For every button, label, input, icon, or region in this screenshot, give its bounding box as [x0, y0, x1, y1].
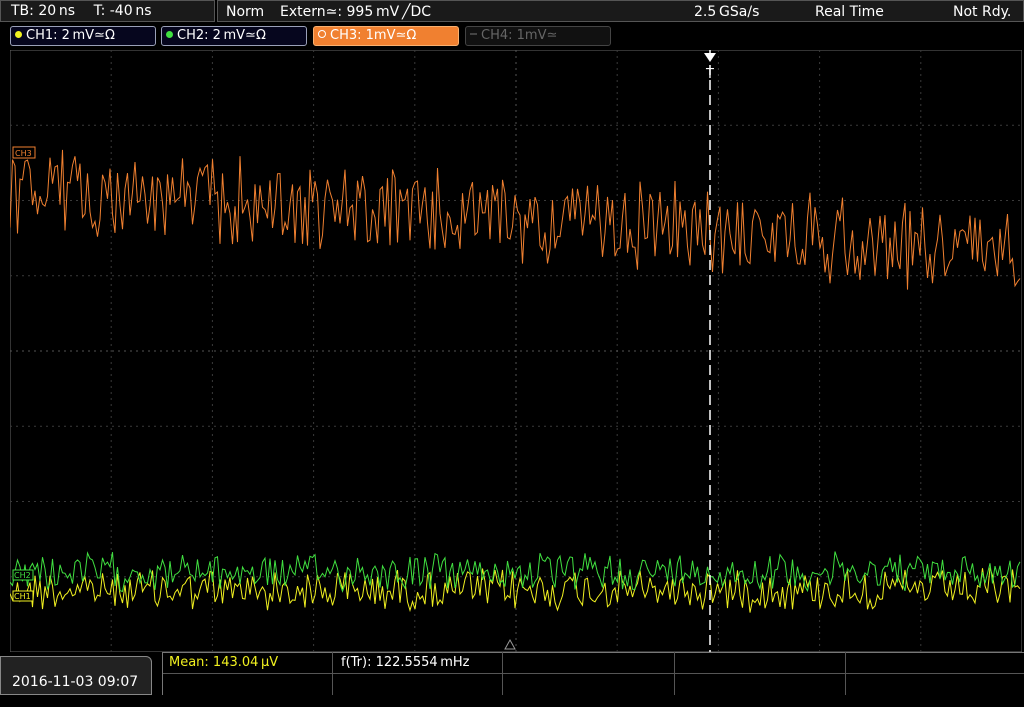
channel-2-button[interactable]: CH2: 2 mV≃Ω — [161, 26, 307, 46]
ch1-marker-label: CH1 — [14, 592, 31, 601]
ch3-marker[interactable]: CH3 — [12, 146, 36, 159]
ch2-marker[interactable]: CH2 — [12, 569, 34, 581]
ch1-marker[interactable]: CH1 — [12, 590, 34, 602]
channel-3-dot-icon — [318, 30, 326, 38]
channel-2-label: CH2: 2 mV≃Ω — [177, 28, 266, 43]
channel-1-button[interactable]: CH1: 2 mV≃Ω — [10, 26, 156, 46]
channel-3-label: CH3: 1mV≃Ω — [330, 28, 417, 43]
channel-2-dot-icon — [166, 31, 173, 38]
channel-3-button[interactable]: CH3: 1mV≃Ω — [313, 26, 459, 46]
ch2-marker-label: CH2 — [14, 571, 31, 580]
acquisition-mode: Real Time — [815, 4, 884, 20]
trigger-marker-label: T — [705, 67, 714, 82]
waveform-display[interactable]: T CH3 CH2 CH1 — [10, 50, 1022, 652]
channel-4-label: CH4: 1mV≃ — [481, 28, 558, 43]
trigger-frequency-measurement[interactable]: f(Tr): 122.5554 mHz — [341, 655, 470, 670]
mean-measurement[interactable]: Mean: 143.04 µV — [169, 655, 278, 670]
timebase-readout: TB: 20 ns — [11, 3, 76, 19]
timebase-panel[interactable]: TB: 20 ns T: -40 ns — [0, 0, 215, 22]
channel-1-label: CH1: 2 mV≃Ω — [26, 28, 115, 43]
trigger-source: Extern≃: 995 mV ╱DC — [280, 4, 432, 20]
trigger-position-readout: T: -40 ns — [93, 3, 152, 19]
sample-rate: 2.5 GSa/s — [694, 4, 760, 20]
datetime: 2016-11-03 09:07 — [12, 674, 139, 690]
channel-4-button[interactable]: CH4: 1mV≃ — [465, 26, 611, 46]
acquisition-state: Not Rdy. — [953, 4, 1012, 20]
trigger-mode: Norm — [226, 4, 265, 20]
channel-1-dot-icon — [15, 31, 22, 38]
ch3-marker-label: CH3 — [15, 149, 32, 158]
measurement-bar — [162, 652, 1024, 695]
status-bar: TB: 20 ns T: -40 ns Norm Extern≃: 995 mV… — [0, 0, 1024, 24]
datetime-box: 2016-11-03 09:07 — [0, 656, 152, 695]
channel-4-dash-icon — [470, 33, 477, 35]
trigger-panel[interactable]: Norm Extern≃: 995 mV ╱DC 2.5 GSa/s Real … — [217, 0, 1024, 22]
